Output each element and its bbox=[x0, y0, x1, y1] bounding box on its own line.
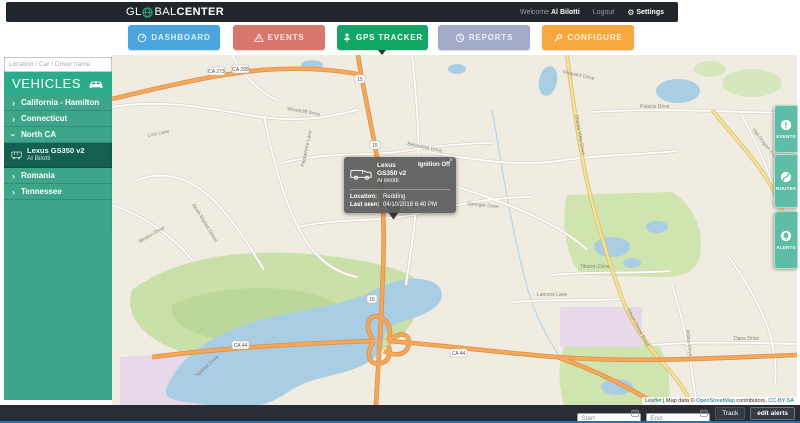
vehicles-panel-title: VEHICLES bbox=[12, 76, 82, 91]
end-date-wrap bbox=[646, 407, 711, 423]
highway-shield: CA 44 bbox=[231, 340, 250, 350]
sidebar-item-connecticut[interactable]: › Connecticut bbox=[4, 111, 112, 127]
tooltip-last-seen-row: Last seen: 04/10/2018 6:40 PM bbox=[350, 202, 438, 208]
search-input[interactable] bbox=[4, 57, 112, 72]
leaflet-link[interactable]: Leaflet bbox=[645, 398, 662, 404]
tooltip-vehicle-name: Lexus GS350 v2 bbox=[377, 162, 407, 177]
chevron-right-icon: › bbox=[12, 170, 15, 181]
chevron-right-icon: › bbox=[12, 113, 15, 124]
app-logo: GL BAL CENTER bbox=[126, 2, 224, 22]
tab-dashboard[interactable]: DASHBOARD bbox=[128, 25, 220, 50]
highway-shield: CA 299 bbox=[231, 64, 250, 74]
road-label: Palacio Drive bbox=[640, 104, 670, 110]
basemap: Lost Lane North Market Street Woodcliff … bbox=[112, 55, 797, 405]
highway-shield: 15 bbox=[366, 294, 378, 304]
car-icon bbox=[89, 80, 103, 88]
bell-icon bbox=[780, 230, 792, 242]
chevron-right-icon: › bbox=[12, 186, 15, 197]
chevron-down-icon: › bbox=[8, 133, 19, 136]
calendar-icon bbox=[700, 409, 708, 417]
vehicles-panel-header: VEHICLES bbox=[4, 72, 112, 95]
map-tool-routes[interactable]: ROUTES bbox=[774, 154, 798, 208]
edit-alerts-button[interactable]: edit alerts bbox=[750, 406, 795, 420]
vehicle-row-selected[interactable]: Lexus GS350 v2 Al Bilotti bbox=[4, 143, 112, 168]
svg-text:CA 273: CA 273 bbox=[208, 69, 225, 75]
svg-text:15: 15 bbox=[369, 297, 375, 303]
logout-link[interactable]: Logout bbox=[593, 9, 614, 16]
user-name: Al Bilotti bbox=[551, 8, 580, 16]
warning-icon bbox=[253, 32, 264, 42]
user-menu: Welcome Al Bilotti Logout ⚙ Settings bbox=[520, 2, 664, 22]
sidebar-item-north-ca[interactable]: › North CA bbox=[4, 127, 112, 143]
map-canvas[interactable]: Lost Lane North Market Street Woodcliff … bbox=[112, 55, 797, 405]
sidebar-item-tennessee[interactable]: › Tennessee bbox=[4, 184, 112, 200]
footer-bar: Track edit alerts bbox=[0, 405, 800, 423]
start-date-wrap bbox=[577, 407, 642, 423]
tooltip-location-value: Redding bbox=[383, 194, 406, 200]
settings-link[interactable]: ⚙ Settings bbox=[627, 8, 664, 17]
track-button[interactable]: Track bbox=[715, 406, 746, 420]
tab-configure[interactable]: CONFIGURE bbox=[542, 25, 634, 50]
highway-shield: CA 44 bbox=[449, 348, 468, 358]
highway-shield: 15 bbox=[354, 74, 366, 84]
globe-icon bbox=[142, 6, 154, 18]
svg-text:CA 299: CA 299 bbox=[232, 67, 249, 73]
osm-link[interactable]: OpenStreetMap bbox=[696, 398, 735, 404]
highway-shield: CA 273 bbox=[207, 66, 226, 76]
selected-vehicle-name: Lexus GS350 v2 bbox=[27, 145, 85, 155]
gear-icon: ⚙ bbox=[627, 7, 635, 17]
svg-text:CA 44: CA 44 bbox=[234, 343, 248, 349]
tooltip-location-row: Location: Redding bbox=[350, 194, 406, 200]
tooltip-divider bbox=[350, 189, 450, 190]
tab-gps-tracker[interactable]: GPS TRACKER bbox=[337, 25, 428, 50]
pie-chart-icon bbox=[455, 33, 465, 42]
tooltip-driver-name: Al Bilotti bbox=[377, 178, 399, 184]
svg-text:15: 15 bbox=[357, 77, 363, 83]
ignition-status: Ignition Off bbox=[418, 162, 450, 168]
routes-icon bbox=[780, 171, 792, 183]
map-tool-events[interactable]: EVENTS bbox=[774, 105, 798, 153]
svg-text:CA 44: CA 44 bbox=[452, 351, 466, 357]
road-label: Tiburon Drive bbox=[580, 264, 610, 270]
license-link[interactable]: CC-BY-SA bbox=[768, 398, 794, 404]
sidebar-item-romania[interactable]: › Romania bbox=[4, 168, 112, 184]
close-icon[interactable]: × bbox=[449, 157, 453, 164]
gps-tracker-app: GL BAL CENTER Welcome Al Bilotti Logout ⚙… bbox=[0, 0, 800, 423]
app-header: GL BAL CENTER Welcome Al Bilotti Logout ⚙… bbox=[6, 2, 678, 22]
logo-text-gl: GL bbox=[126, 6, 142, 18]
highway-shield: 15 bbox=[369, 140, 381, 150]
selected-vehicle-driver: Al Bilotti bbox=[27, 155, 51, 163]
map-attribution: Leaflet | Map data © OpenStreetMap contr… bbox=[642, 397, 797, 405]
logo-text-bal: BAL bbox=[154, 6, 177, 18]
vehicle-tooltip: × Lexus GS350 v2 Al Bilotti Ignition Off… bbox=[344, 157, 456, 213]
wrench-icon bbox=[554, 33, 563, 42]
welcome-text: Welcome Al Bilotti bbox=[520, 8, 580, 16]
calendar-icon bbox=[631, 409, 639, 417]
svg-text:15: 15 bbox=[372, 143, 378, 149]
tooltip-last-seen-value: 04/10/2018 6:40 PM bbox=[383, 202, 438, 208]
vehicles-sidebar: VEHICLES › California - Hamilton › Conne… bbox=[4, 57, 112, 400]
tab-events[interactable]: EVENTS bbox=[233, 25, 325, 50]
bus-icon bbox=[11, 151, 22, 159]
person-pin-icon bbox=[344, 33, 350, 43]
van-icon bbox=[350, 170, 372, 180]
road-label: Lancers Lane bbox=[537, 292, 568, 298]
sidebar-item-california-hamilton[interactable]: › California - Hamilton bbox=[4, 95, 112, 111]
chevron-right-icon: › bbox=[12, 97, 15, 108]
tab-reports[interactable]: REPORTS bbox=[438, 25, 530, 50]
map-tool-alerts[interactable]: ALERTS bbox=[774, 211, 798, 269]
alert-circle-icon bbox=[780, 119, 792, 131]
logo-text-center: CENTER bbox=[176, 6, 225, 18]
tooltip-header: Lexus GS350 v2 Al Bilotti Ignition Off bbox=[350, 162, 450, 185]
road-label: Dana Drive bbox=[734, 336, 759, 342]
gauge-icon bbox=[138, 33, 147, 42]
